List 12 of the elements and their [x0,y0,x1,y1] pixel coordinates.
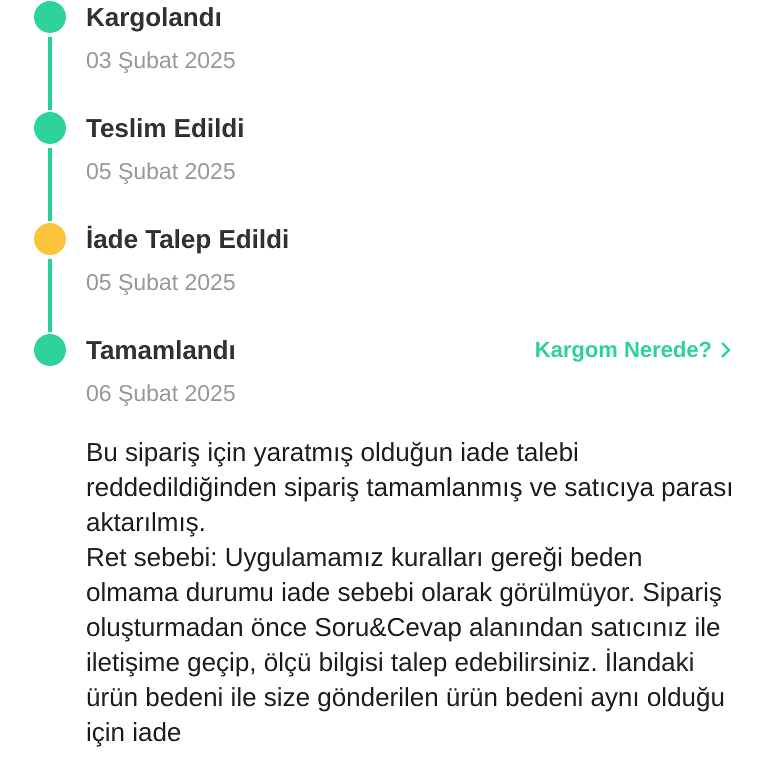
step-title: Tamamlandı [86,334,236,366]
status-message: Ret sebebi: Uygulamamız kuralları gereği beden olmama durumu iade sebebi olarak görülmüyor. Sipariş oluşturmadan önce Soru&Cevap alanından satıcınız ile iletişime geçip, ölçü bilgisi talep edebilirsiniz. İlandaki ürün bedeni ile size gönderilen ürün bedeni aynı olduğu için iade [86,541,726,749]
step-date: 06 Şubat 2025 [86,380,237,407]
chevron-icon [720,341,732,359]
step-date: 05 Şubat 2025 [86,158,237,185]
step-date: 03 Şubat 2025 [86,47,237,74]
step-title: Teslim Edildi [86,112,244,144]
step-title: Kargolandı [86,2,222,32]
tracking-link[interactable]: Kargom Nerede? [534,337,732,363]
step-date: 05 Şubat 2025 [86,269,237,296]
step-title: İade Talep Edildi [86,224,290,254]
status-message: Bu sipariş için yaratmış olduğun iade talebi reddedildiğinden sipariş tamamlanmış ve satıcıya parası aktarılmış. [86,436,734,539]
